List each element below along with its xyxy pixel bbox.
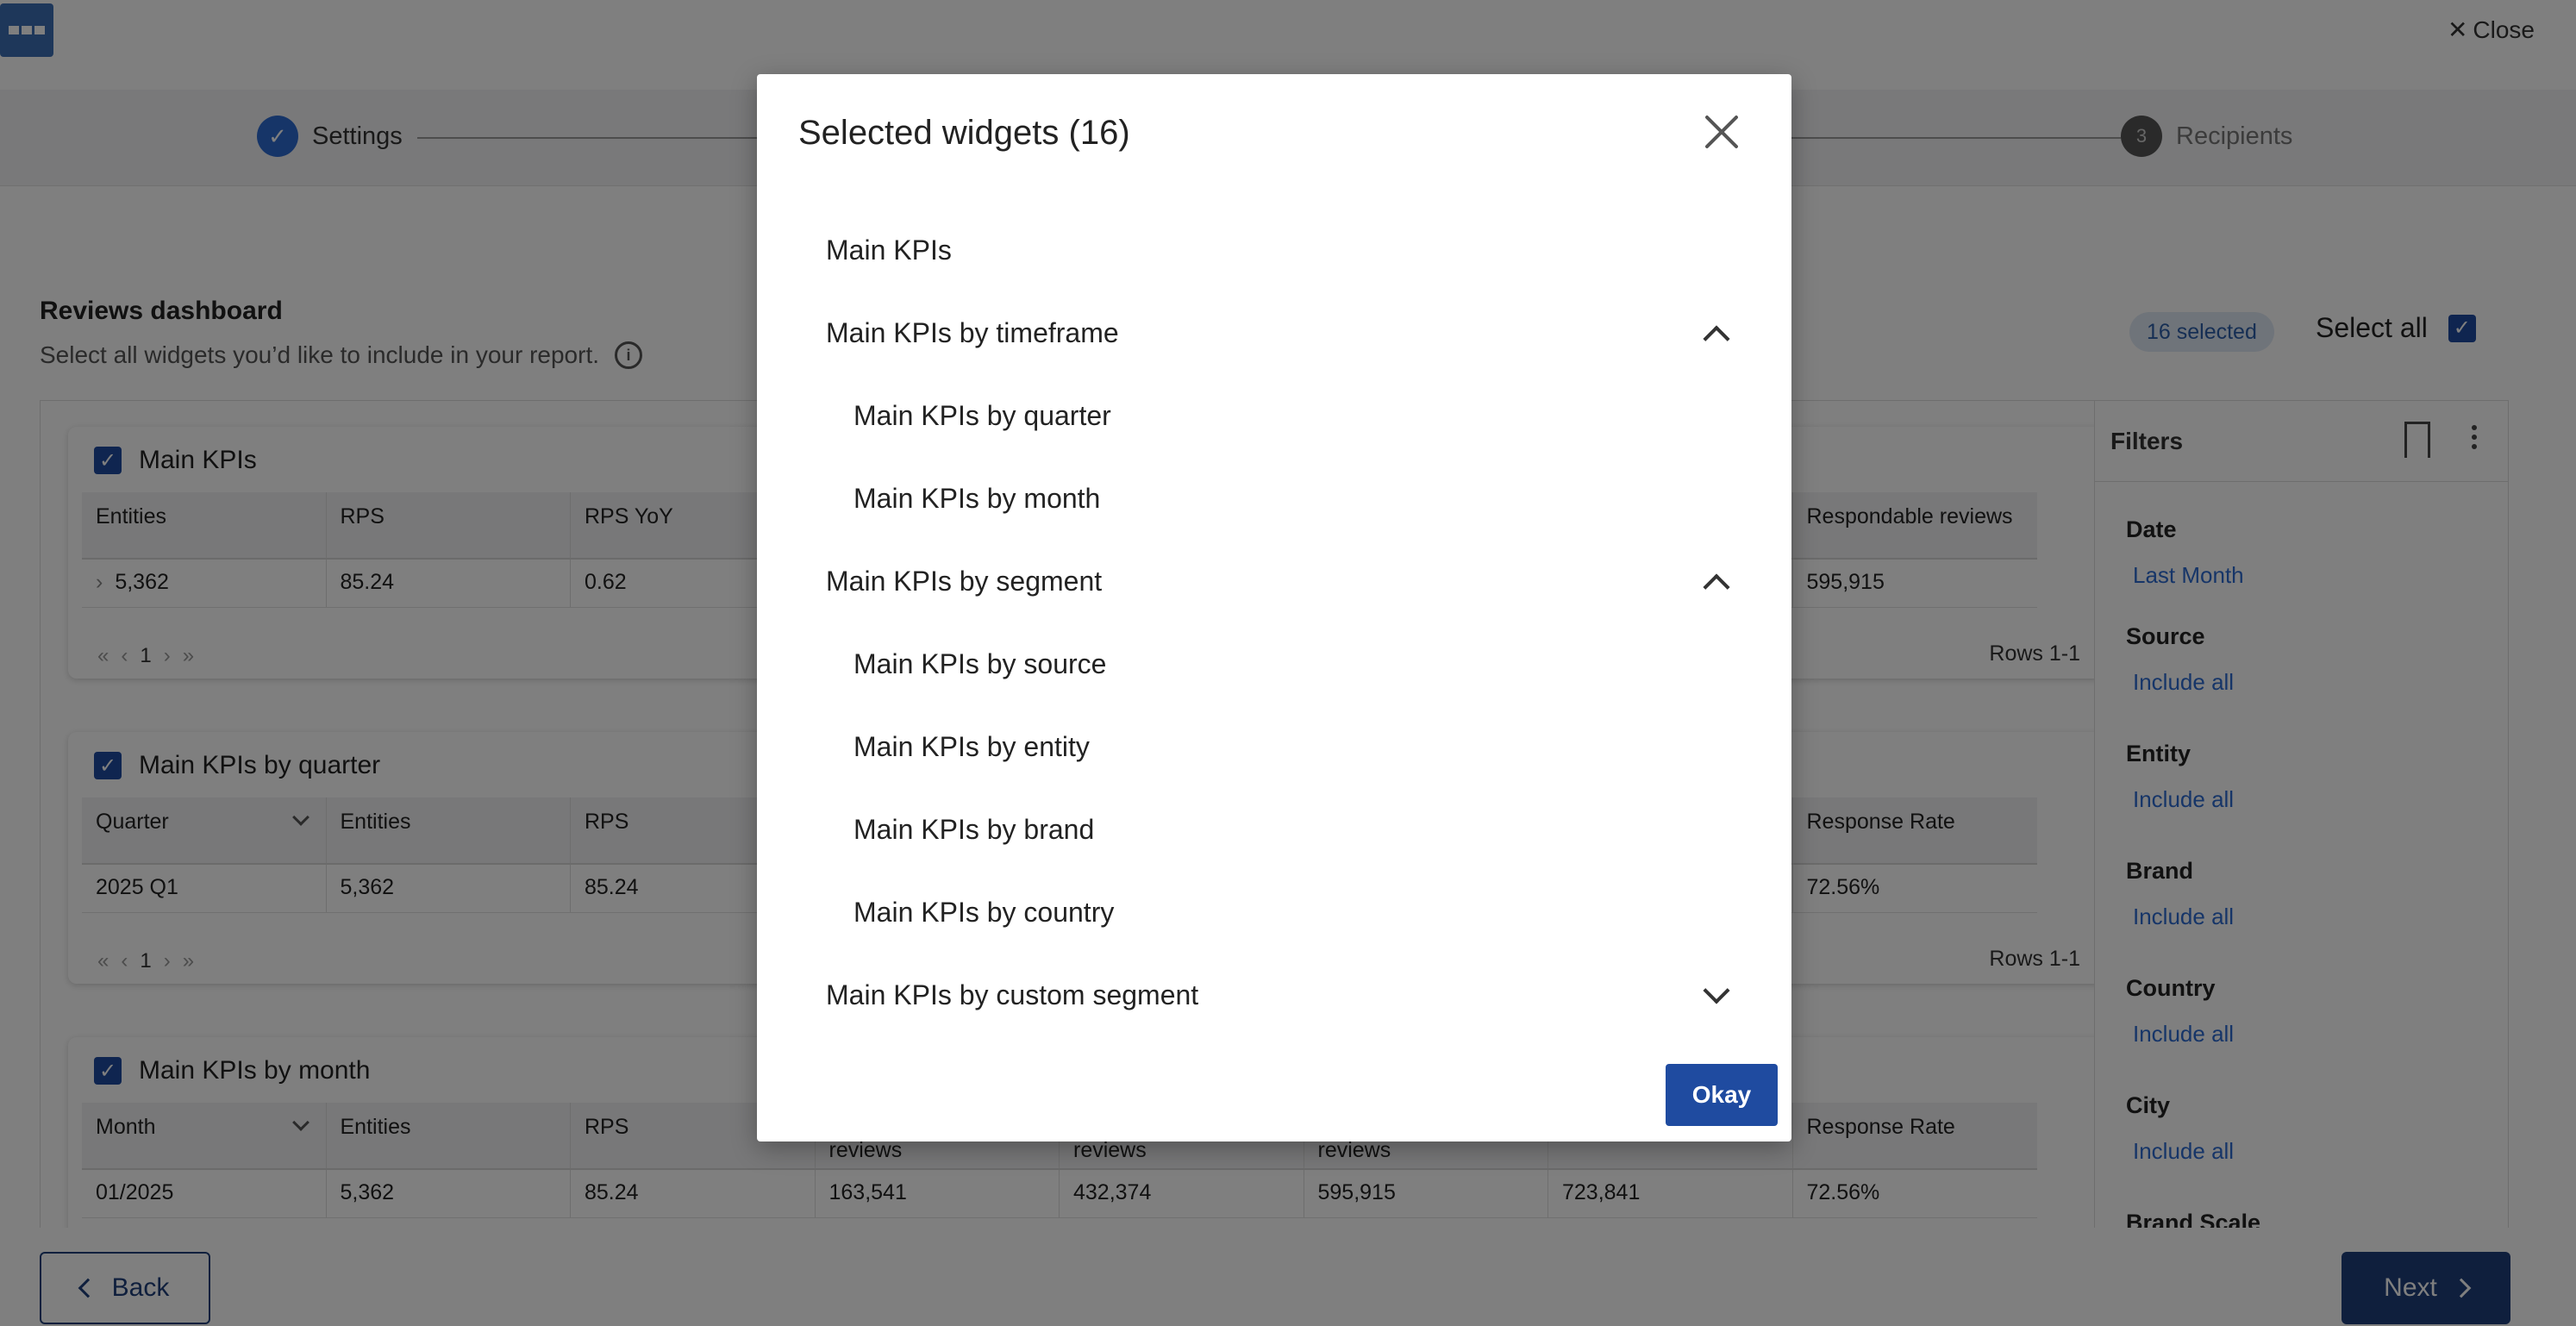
widget-list-item: Main KPIs by brand	[853, 814, 1095, 845]
widget-list-item: Main KPIs	[826, 235, 952, 266]
selected-widgets-dialog: Selected widgets (16) Main KPIs Main KPI…	[757, 74, 1791, 1141]
widget-list-item: Main KPIs by quarter	[853, 400, 1111, 431]
widget-group-header[interactable]: Main KPIs by segment	[826, 566, 1102, 597]
dialog-title: Selected widgets (16)	[798, 114, 1130, 152]
report-wizard-page: ✕ Close ✓ Settings 3 Recipients Reviews …	[0, 0, 2576, 1326]
widget-list-item: Main KPIs by entity	[853, 731, 1090, 762]
close-icon[interactable]	[1702, 112, 1741, 152]
chevron-down-icon[interactable]	[1703, 977, 1730, 1004]
chevron-up-icon[interactable]	[1703, 573, 1730, 601]
widget-group-header[interactable]: Main KPIs by custom segment	[826, 979, 1198, 1011]
widget-list-item: Main KPIs by source	[853, 648, 1107, 679]
okay-button[interactable]: Okay	[1666, 1064, 1778, 1126]
widget-group-header[interactable]: Main KPIs by timeframe	[826, 317, 1119, 349]
widget-list-item: Main KPIs by country	[853, 897, 1115, 928]
chevron-up-icon[interactable]	[1703, 325, 1730, 353]
widget-list-item: Main KPIs by month	[853, 483, 1101, 514]
